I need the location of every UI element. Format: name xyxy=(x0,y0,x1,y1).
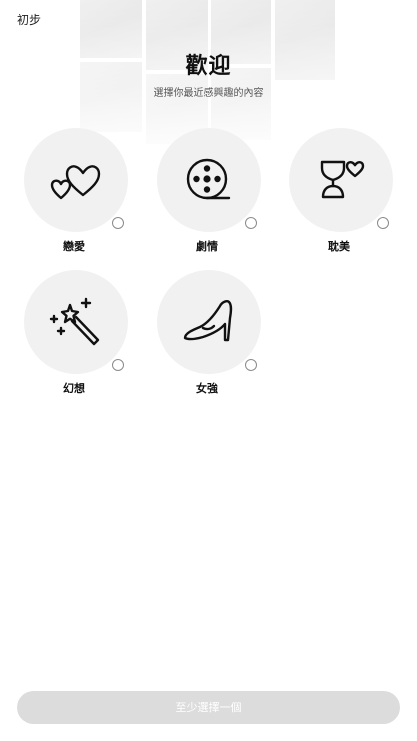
genre-radio[interactable] xyxy=(245,217,257,229)
genre-label: 戀愛 xyxy=(63,240,85,253)
genre-circle xyxy=(157,270,261,374)
genre-option-strong-female[interactable]: 女強 xyxy=(155,270,263,402)
page-title: 歡迎 xyxy=(185,54,232,79)
genre-option-drama[interactable]: 劇情 xyxy=(155,128,263,260)
genre-option-romance[interactable]: 戀愛 xyxy=(22,128,130,260)
submit-button[interactable]: 至少選擇一個 xyxy=(17,691,400,724)
genre-circle xyxy=(24,270,128,374)
magic-wand-icon xyxy=(49,297,100,346)
film-reel-icon xyxy=(186,158,231,200)
genre-circle xyxy=(157,128,261,232)
genre-radio[interactable] xyxy=(245,359,257,371)
genre-label: 女強 xyxy=(196,382,218,395)
genre-option-bl[interactable]: 耽美 xyxy=(287,128,395,260)
genre-label: 劇情 xyxy=(196,240,218,253)
skip-link[interactable]: 初步 xyxy=(17,11,41,28)
genre-circle xyxy=(24,128,128,232)
genre-radio[interactable] xyxy=(377,217,389,229)
genre-label: 耽美 xyxy=(328,240,350,253)
page-subtitle: 選擇你最近感興趣的內容 xyxy=(153,88,264,99)
genre-option-fantasy[interactable]: 幻想 xyxy=(22,270,130,402)
couple-heart-icon xyxy=(320,160,365,199)
genre-radio[interactable] xyxy=(112,359,124,371)
hearts-icon xyxy=(50,165,101,200)
genre-radio[interactable] xyxy=(112,217,124,229)
genre-circle xyxy=(289,128,393,232)
high-heel-icon xyxy=(183,300,233,342)
genre-label: 幻想 xyxy=(63,382,85,395)
